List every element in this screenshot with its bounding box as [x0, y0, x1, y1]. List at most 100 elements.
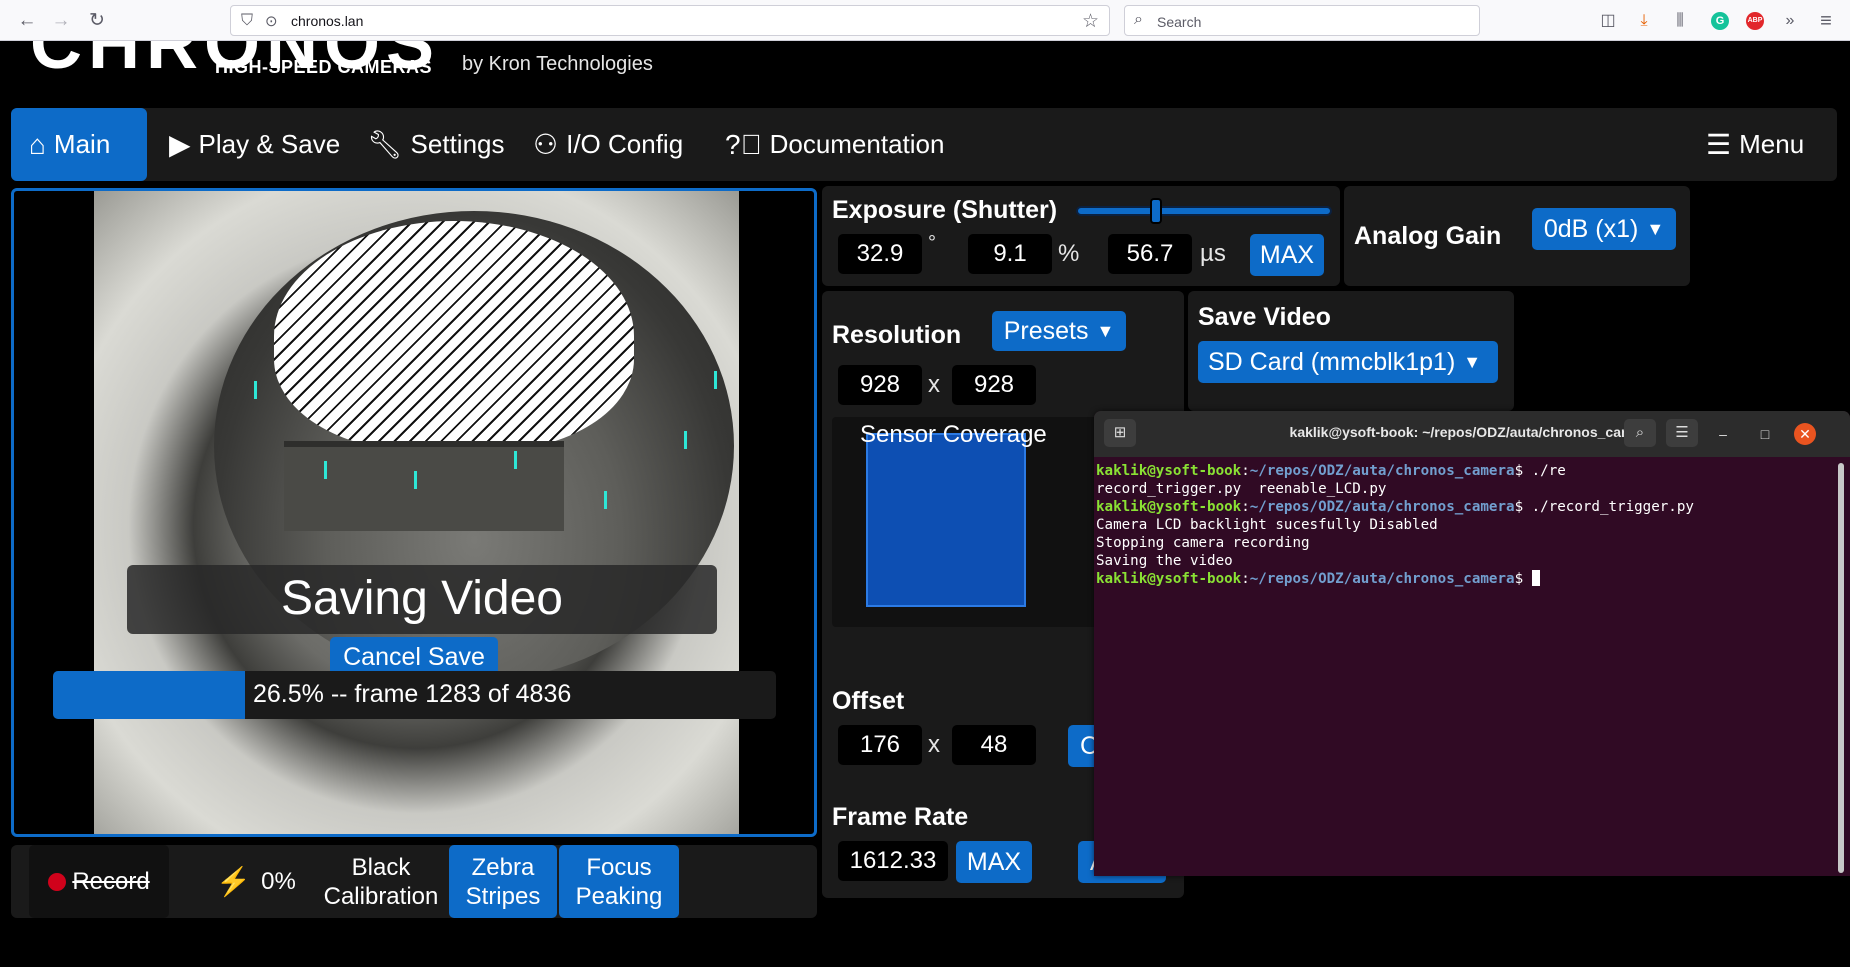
resolution-height-input[interactable]: 928 [952, 365, 1036, 405]
save-progress-fill [53, 671, 245, 719]
menu-button[interactable]: ☰ Menu [1706, 108, 1804, 181]
frame-rate-label: Frame Rate [832, 803, 969, 831]
presets-label: Presets [1003, 316, 1089, 345]
tab-play-save-label: Play & Save [198, 129, 341, 159]
search-icon: ⌕ [1134, 11, 1143, 28]
presets-dropdown[interactable]: Presets ▼ [992, 311, 1126, 351]
bookmark-star-icon[interactable]: ☆ [1082, 10, 1099, 33]
focus-peaking-button[interactable]: Focus Peaking [559, 845, 679, 918]
search-placeholder[interactable]: Search [1157, 14, 1201, 30]
terminal-cursor [1531, 570, 1540, 586]
tab-documentation-label: Documentation [769, 129, 945, 159]
exposure-slider-handle[interactable] [1150, 198, 1163, 224]
minimize-icon[interactable]: – [1712, 423, 1734, 445]
microseconds-unit: µs [1200, 240, 1226, 267]
terminal-titlebar[interactable]: ⊞ kaklik@ysoft-book: ~/repos/ODZ/auta/ch… [1094, 411, 1850, 457]
main-navbar: ⌂ Main ▶ Play & Save 🔧︎ Settings ⚇ I/O C… [11, 108, 1837, 181]
maximize-icon[interactable]: □ [1754, 423, 1776, 445]
terminal-line: kaklik@ysoft-book:~/repos/ODZ/auta/chron… [1096, 499, 1694, 515]
hamburger-menu-icon[interactable]: ≡ [1814, 9, 1838, 33]
terminal-line: kaklik@ysoft-book:~/repos/ODZ/auta/chron… [1096, 463, 1566, 479]
adblock-icon[interactable]: ABP [1746, 12, 1764, 30]
downloads-icon[interactable]: ⤓ [1632, 9, 1656, 33]
play-icon: ▶ [169, 129, 191, 160]
analog-gain-label: Analog Gain [1354, 222, 1502, 250]
save-progress-bar: 26.5% -- frame 1283 of 4836 [53, 671, 776, 719]
battery-status: ⚡ 0% [201, 845, 311, 918]
zebra-stripes-button[interactable]: Zebra Stripes [449, 845, 557, 918]
site-info-icon[interactable]: ⊙ [265, 12, 278, 30]
tab-play-save[interactable]: ▶ Play & Save [169, 108, 340, 181]
record-button[interactable]: Record [29, 845, 169, 918]
exposure-degrees-input[interactable]: 32.9 [838, 234, 922, 274]
url-bar[interactable]: ⛉ ⊙ chronos.lan ☆ [230, 5, 1110, 36]
tab-settings-label: Settings [410, 129, 505, 159]
home-icon: ⌂ [29, 128, 46, 160]
wrench-icon: 🔧︎ [367, 129, 403, 160]
record-label: Record [72, 868, 150, 895]
sensor-coverage-label: Sensor Coverage [860, 421, 1047, 448]
percent-unit: % [1058, 240, 1080, 267]
logo-byline: by Kron Technologies [462, 53, 653, 75]
search-bar[interactable]: ⌕ Search [1124, 5, 1480, 36]
save-device-value: SD Card (mmcblk1p1) [1208, 347, 1456, 376]
grammarly-icon[interactable]: G [1711, 12, 1729, 30]
plug-icon: ⚇ [533, 129, 559, 160]
save-device-select[interactable]: SD Card (mmcblk1p1) ▼ [1198, 341, 1498, 383]
focus-peaking-label: Focus Peaking [575, 853, 663, 910]
tab-io-config[interactable]: ⚇ I/O Config [533, 108, 683, 181]
resolution-x: x [928, 371, 940, 398]
resolution-width-input[interactable]: 928 [838, 365, 922, 405]
black-calibration-button[interactable]: Black Calibration [311, 845, 451, 918]
analog-gain-select[interactable]: 0dB (x1) ▼ [1532, 208, 1676, 250]
terminal-scrollbar[interactable] [1838, 463, 1844, 873]
terminal-title: kaklik@ysoft-book: ~/repos/ODZ/auta/chro… [1289, 424, 1655, 440]
close-icon[interactable]: ✕ [1794, 423, 1816, 445]
menu-label: Menu [1739, 129, 1805, 159]
tab-settings[interactable]: 🔧︎ Settings [367, 108, 505, 181]
battery-charging-icon: ⚡ [216, 866, 252, 897]
zebra-stripes-label: Zebra Stripes [465, 853, 541, 910]
logo-subtitle: HIGH-SPEED CAMERAS [215, 57, 433, 77]
shield-icon[interactable]: ⛉ [241, 12, 253, 30]
terminal-line: record_trigger.py reenable_LCD.py [1096, 481, 1387, 497]
tab-io-config-label: I/O Config [566, 129, 684, 159]
exposure-us-input[interactable]: 56.7 [1108, 234, 1192, 274]
forward-arrow-icon[interactable]: → [48, 8, 74, 34]
tab-documentation[interactable]: ?⃝ Documentation [725, 108, 944, 181]
exposure-slider[interactable] [1076, 198, 1332, 224]
analog-gain-panel: Analog Gain 0dB (x1) ▼ [1344, 186, 1690, 286]
exposure-percent-input[interactable]: 9.1 [968, 234, 1052, 274]
terminal-search-icon[interactable]: ⌕ [1624, 419, 1656, 447]
sensor-coverage-box[interactable] [866, 433, 1026, 607]
caret-down-icon: ▼ [1463, 351, 1482, 372]
frame-rate-input[interactable]: 1612.33 [838, 841, 948, 881]
save-video-panel: Save Video SD Card (mmcblk1p1) ▼ [1188, 291, 1514, 411]
terminal-output[interactable]: kaklik@ysoft-book:~/repos/ODZ/auta/chron… [1094, 457, 1850, 588]
battery-label: 0% [261, 868, 296, 895]
offset-y-input[interactable]: 48 [952, 725, 1036, 765]
camera-image [94, 191, 739, 834]
video-preview[interactable]: Saving Video Cancel Save 26.5% -- frame … [11, 188, 817, 837]
offset-x-input[interactable]: 176 [838, 725, 922, 765]
resolution-label: Resolution [832, 321, 962, 349]
terminal-line: kaklik@ysoft-book:~/repos/ODZ/auta/chron… [1096, 570, 1850, 588]
browser-toolbar: ← → ↻ ⛉ ⊙ chronos.lan ☆ ⌕ Search ◫ ⤓ ⫼ G… [0, 0, 1850, 41]
degrees-unit: ° [928, 232, 936, 254]
library-icon[interactable]: ⫼ [1668, 9, 1692, 33]
terminal-window[interactable]: ⊞ kaklik@ysoft-book: ~/repos/ODZ/auta/ch… [1094, 411, 1850, 876]
back-arrow-icon[interactable]: ← [14, 8, 40, 34]
exposure-max-button[interactable]: MAX [1250, 234, 1324, 276]
terminal-menu-icon[interactable]: ☰ [1666, 419, 1698, 447]
focus-peak-mark [414, 471, 417, 489]
caret-down-icon: ▼ [1646, 218, 1665, 239]
overflow-chevrons-icon[interactable]: » [1778, 9, 1802, 33]
url-text[interactable]: chronos.lan [291, 13, 363, 29]
saving-video-title: Saving Video [281, 572, 563, 625]
tab-main[interactable]: ⌂ Main [11, 108, 147, 181]
frame-rate-max-button[interactable]: MAX [956, 841, 1032, 883]
pocket-icon[interactable]: ◫ [1596, 9, 1620, 33]
focus-peak-mark [254, 381, 257, 399]
offset-x-sep: x [928, 731, 940, 758]
reload-icon[interactable]: ↻ [84, 8, 110, 34]
